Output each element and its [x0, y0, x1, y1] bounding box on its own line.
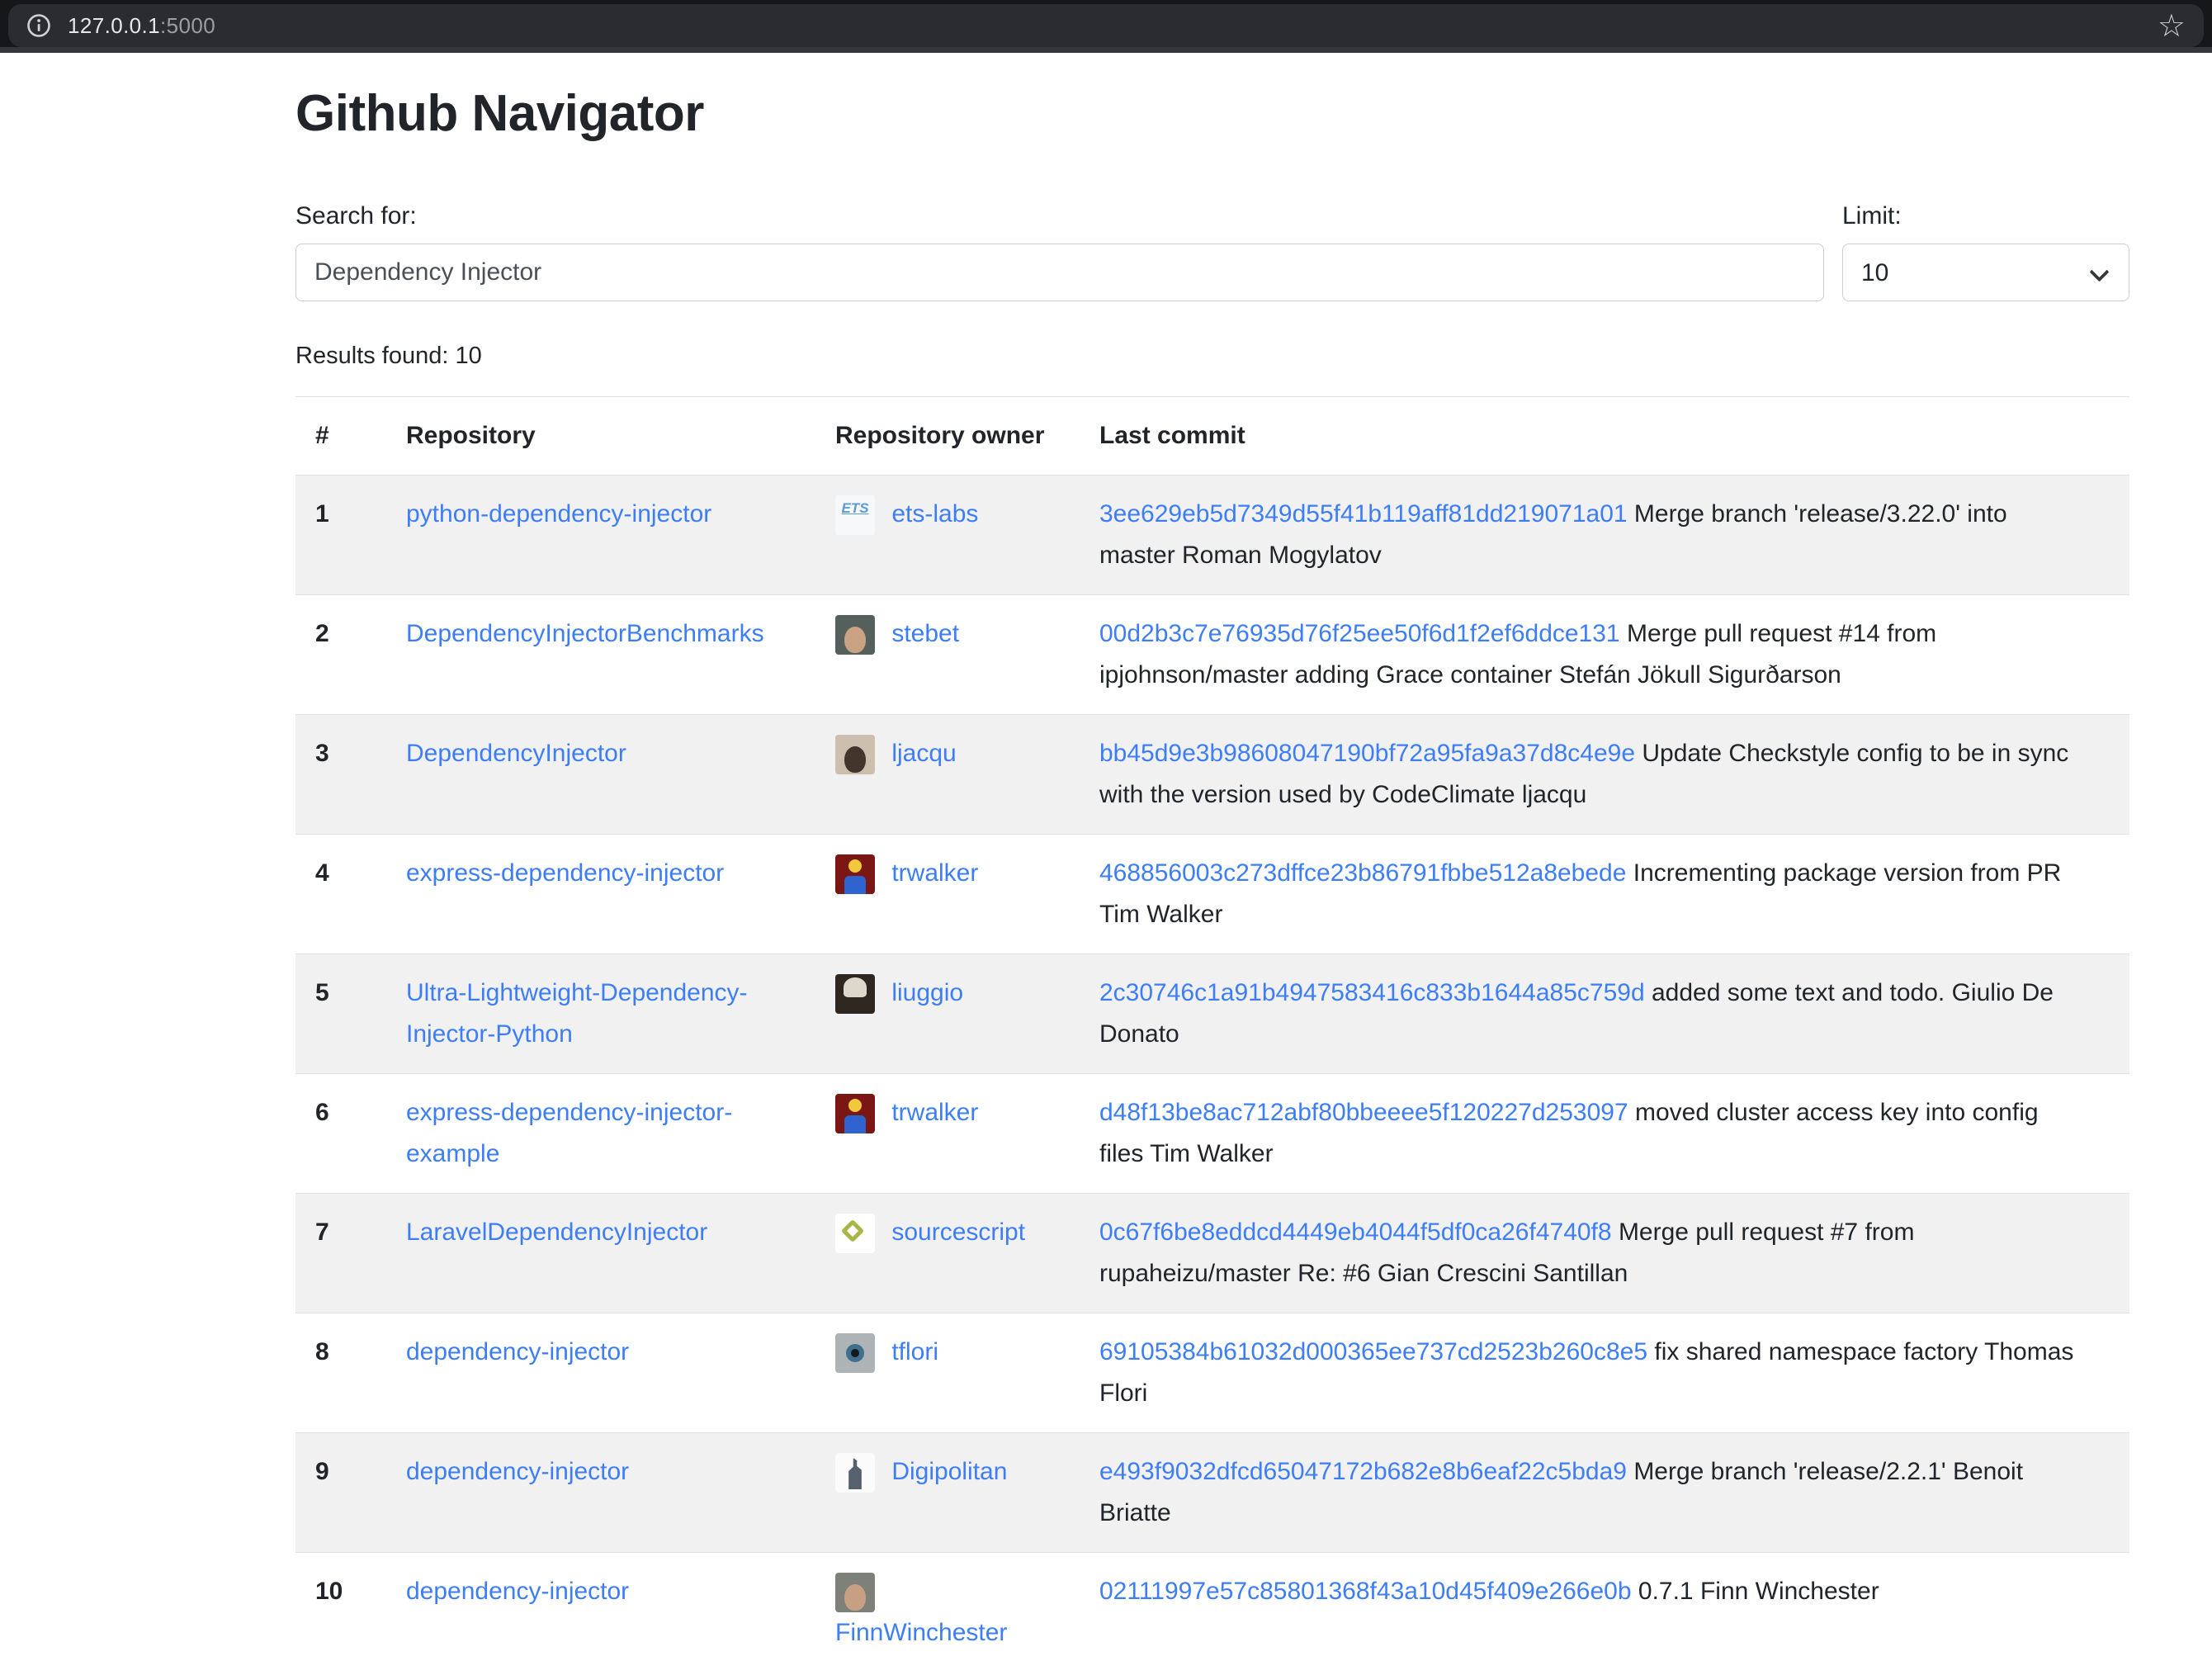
owner-avatar [835, 1094, 875, 1133]
repo-link[interactable]: dependency-injector [406, 1338, 629, 1365]
owner-link[interactable]: sourcescript [891, 1219, 1025, 1246]
repo-link[interactable]: Ultra-Lightweight-Dependency-Injector-Py… [406, 979, 748, 1048]
table-row: 2 DependencyInjectorBenchmarks stebet 00… [295, 595, 2129, 715]
repo-link[interactable]: LaravelDependencyInjector [406, 1219, 707, 1246]
owner-link[interactable]: ets-labs [891, 500, 978, 528]
owner-avatar [835, 1333, 875, 1373]
owner-link[interactable]: Digipolitan [891, 1458, 1007, 1485]
commit-hash-link[interactable]: bb45d9e3b98608047190bf72a95fa9a37d8c4e9e [1099, 740, 1635, 767]
page-title: Github Navigator [295, 84, 2129, 143]
search-form: Search for: Limit: 10 [295, 202, 2129, 301]
table-row: 6 express-dependency-injector-example tr… [295, 1074, 2129, 1194]
col-header-num: # [295, 397, 386, 476]
owner-avatar [835, 1573, 875, 1612]
table-row: 1 python-dependency-injector ETS ets-lab… [295, 476, 2129, 595]
col-header-commit: Last commit [1080, 397, 2129, 476]
owner-avatar [835, 1214, 875, 1253]
repo-link[interactable]: DependencyInjectorBenchmarks [406, 620, 764, 647]
table-row: 5 Ultra-Lightweight-Dependency-Injector-… [295, 954, 2129, 1074]
limit-select[interactable]: 10 [1842, 244, 2129, 301]
results-count: Results found: 10 [295, 343, 2129, 370]
repo-link[interactable]: python-dependency-injector [406, 500, 711, 528]
commit-hash-link[interactable]: 69105384b61032d000365ee737cd2523b260c8e5 [1099, 1338, 1647, 1365]
repo-link[interactable]: DependencyInjector [406, 740, 626, 767]
owner-avatar [835, 974, 875, 1014]
row-number: 6 [295, 1074, 386, 1194]
owner-link[interactable]: liuggio [891, 979, 963, 1006]
owner-link[interactable]: trwalker [891, 859, 978, 887]
owner-avatar: ETS [835, 495, 875, 535]
row-number: 3 [295, 715, 386, 835]
table-row: 7 LaravelDependencyInjector sourcescript… [295, 1194, 2129, 1313]
table-row: 8 dependency-injector tflori 69105384b61… [295, 1313, 2129, 1433]
owner-link[interactable]: stebet [891, 620, 959, 647]
table-row: 3 DependencyInjector ljacqu bb45d9e3b986… [295, 715, 2129, 835]
owner-link[interactable]: tflori [891, 1338, 938, 1365]
row-number: 10 [295, 1553, 386, 1661]
url-text: 127.0.0.1:5000 [68, 13, 215, 39]
commit-hash-link[interactable]: e493f9032dfcd65047172b682e8b6eaf22c5bda9 [1099, 1458, 1627, 1485]
owner-link[interactable]: ljacqu [891, 740, 956, 767]
table-header-row: # Repository Repository owner Last commi… [295, 397, 2129, 476]
commit-message: 0.7.1 Finn Winchester [1638, 1578, 1879, 1605]
owner-link[interactable]: trwalker [891, 1099, 978, 1126]
page-content: Github Navigator Search for: Limit: 10 R… [295, 84, 2129, 1661]
commit-hash-link[interactable]: 00d2b3c7e76935d76f25ee50f6d1f2ef6ddce131 [1099, 620, 1620, 647]
row-number: 2 [295, 595, 386, 715]
results-table: # Repository Repository owner Last commi… [295, 396, 2129, 1661]
commit-hash-link[interactable]: 3ee629eb5d7349d55f41b119aff81dd219071a01 [1099, 500, 1628, 528]
row-number: 4 [295, 835, 386, 954]
limit-label: Limit: [1842, 202, 2129, 230]
owner-avatar [835, 615, 875, 655]
table-row: 10 dependency-injector FinnWinchester 02… [295, 1553, 2129, 1661]
info-icon[interactable] [26, 13, 51, 38]
browser-chrome: 127.0.0.1:5000 ☆ [0, 0, 2212, 53]
owner-avatar [835, 854, 875, 894]
commit-hash-link[interactable]: 2c30746c1a91b4947583416c833b1644a85c759d [1099, 979, 1645, 1006]
address-bar[interactable]: 127.0.0.1:5000 ☆ [8, 4, 2204, 47]
row-number: 8 [295, 1313, 386, 1433]
repo-link[interactable]: dependency-injector [406, 1458, 629, 1485]
row-number: 7 [295, 1194, 386, 1313]
repo-link[interactable]: dependency-injector [406, 1578, 629, 1605]
col-header-owner: Repository owner [815, 397, 1080, 476]
col-header-repo: Repository [386, 397, 815, 476]
row-number: 5 [295, 954, 386, 1074]
search-input[interactable] [295, 244, 1824, 301]
commit-hash-link[interactable]: d48f13be8ac712abf80bbeeee5f120227d253097 [1099, 1099, 1628, 1126]
commit-hash-link[interactable]: 468856003c273dffce23b86791fbbe512a8ebede [1099, 859, 1626, 887]
search-label: Search for: [295, 202, 1824, 230]
row-number: 9 [295, 1433, 386, 1553]
repo-link[interactable]: express-dependency-injector [406, 859, 724, 887]
owner-link[interactable]: FinnWinchester [835, 1619, 1007, 1646]
table-row: 9 dependency-injector Digipolitan e493f9… [295, 1433, 2129, 1553]
commit-hash-link[interactable]: 02111997e57c85801368f43a10d45f409e266e0b [1099, 1578, 1632, 1605]
owner-avatar [835, 1453, 875, 1493]
repo-link[interactable]: express-dependency-injector-example [406, 1099, 732, 1167]
owner-avatar [835, 735, 875, 774]
row-number: 1 [295, 476, 386, 595]
table-row: 4 express-dependency-injector trwalker 4… [295, 835, 2129, 954]
commit-hash-link[interactable]: 0c67f6be8eddcd4449eb4044f5df0ca26f4740f8 [1099, 1219, 1612, 1246]
bookmark-star-icon[interactable]: ☆ [2158, 10, 2186, 41]
